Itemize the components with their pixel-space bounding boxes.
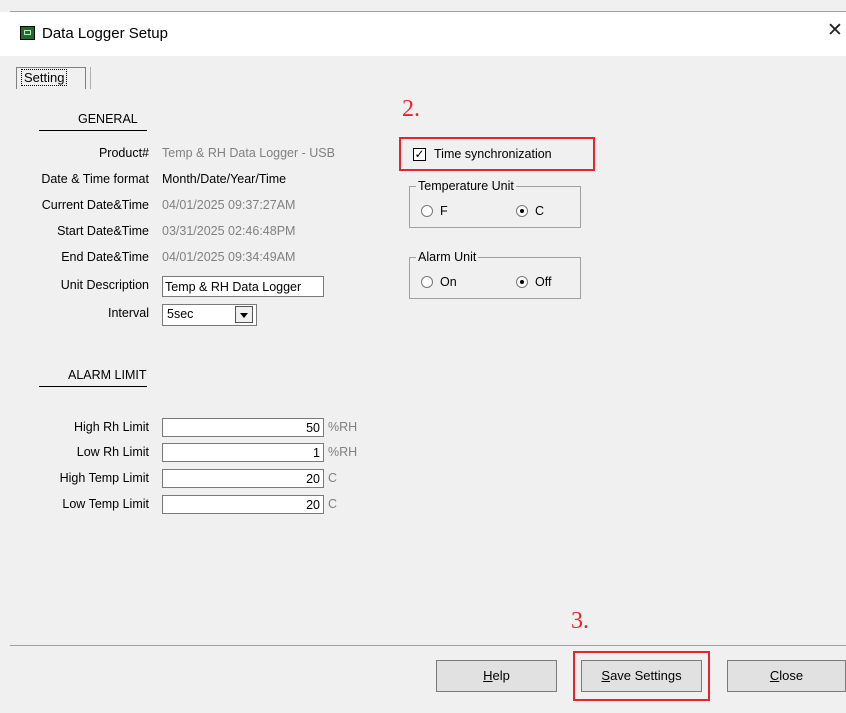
annotation-step-2: 2. bbox=[402, 96, 420, 122]
general-heading: GENERAL bbox=[78, 112, 138, 126]
temperature-f-label[interactable]: F bbox=[440, 204, 448, 218]
help-button[interactable]: Help bbox=[436, 660, 557, 692]
interval-label: Interval bbox=[108, 306, 149, 320]
low-temp-limit-label: Low Temp Limit bbox=[62, 497, 149, 511]
low-rh-limit-label: Low Rh Limit bbox=[76, 445, 149, 459]
high-rh-limit-label: High Rh Limit bbox=[73, 420, 149, 434]
datetime-format-value: Month/Date/Year/Time bbox=[162, 172, 287, 186]
high-temp-limit-input[interactable] bbox=[162, 469, 324, 488]
temperature-c-radio[interactable] bbox=[516, 205, 528, 217]
bottom-separator bbox=[10, 645, 846, 646]
end-datetime-value: 04/01/2025 09:34:49AM bbox=[162, 250, 296, 264]
tab-separator bbox=[90, 67, 91, 89]
annotation-step-3: 3. bbox=[571, 608, 589, 634]
general-heading-underline bbox=[39, 130, 147, 131]
close-window-icon[interactable]: ✕ bbox=[827, 21, 843, 41]
current-datetime-label: Current Date&Time bbox=[41, 198, 149, 212]
datetime-format-label: Date & Time format bbox=[41, 172, 149, 186]
high-rh-unit: %RH bbox=[328, 420, 358, 434]
close-button[interactable]: Close bbox=[727, 660, 846, 692]
window-title: Data Logger Setup bbox=[42, 25, 168, 42]
product-value: Temp & RH Data Logger - USB bbox=[162, 146, 335, 160]
temperature-f-radio[interactable] bbox=[421, 205, 433, 217]
time-sync-label[interactable]: Time synchronization bbox=[434, 147, 552, 161]
time-sync-checkbox[interactable]: ✓ bbox=[413, 148, 426, 161]
temperature-c-label[interactable]: C bbox=[535, 204, 544, 218]
alarm-off-radio[interactable] bbox=[516, 276, 528, 288]
high-temp-unit: C bbox=[328, 471, 338, 485]
alarm-on-label[interactable]: On bbox=[440, 275, 457, 289]
unit-description-input[interactable] bbox=[162, 276, 324, 297]
high-temp-limit-label: High Temp Limit bbox=[59, 471, 149, 485]
alarm-off-label[interactable]: Off bbox=[535, 275, 551, 289]
current-datetime-value: 04/01/2025 09:37:27AM bbox=[162, 198, 296, 212]
high-rh-limit-input[interactable] bbox=[162, 418, 324, 437]
alarm-unit-title: Alarm Unit bbox=[416, 250, 479, 264]
temperature-unit-title: Temperature Unit bbox=[416, 179, 516, 193]
alarm-limit-heading-underline bbox=[39, 386, 147, 387]
low-rh-unit: %RH bbox=[328, 445, 358, 459]
chevron-down-icon bbox=[240, 313, 248, 318]
start-datetime-value: 03/31/2025 02:46:48PM bbox=[162, 224, 296, 238]
unit-description-label: Unit Description bbox=[60, 278, 149, 292]
low-temp-unit: C bbox=[328, 497, 338, 511]
alarm-on-radio[interactable] bbox=[421, 276, 433, 288]
low-temp-limit-input[interactable] bbox=[162, 495, 324, 514]
data-logger-app-icon bbox=[20, 26, 35, 40]
start-datetime-label: Start Date&Time bbox=[57, 224, 149, 238]
end-datetime-label: End Date&Time bbox=[61, 250, 149, 264]
interval-select-value: 5sec bbox=[167, 307, 194, 321]
product-label: Product# bbox=[98, 146, 149, 160]
alarm-limit-heading: ALARM LIMIT bbox=[68, 368, 147, 382]
save-settings-button[interactable]: Save Settings bbox=[581, 660, 702, 692]
low-rh-limit-input[interactable] bbox=[162, 443, 324, 462]
tab-setting-label[interactable]: Setting bbox=[21, 69, 68, 86]
